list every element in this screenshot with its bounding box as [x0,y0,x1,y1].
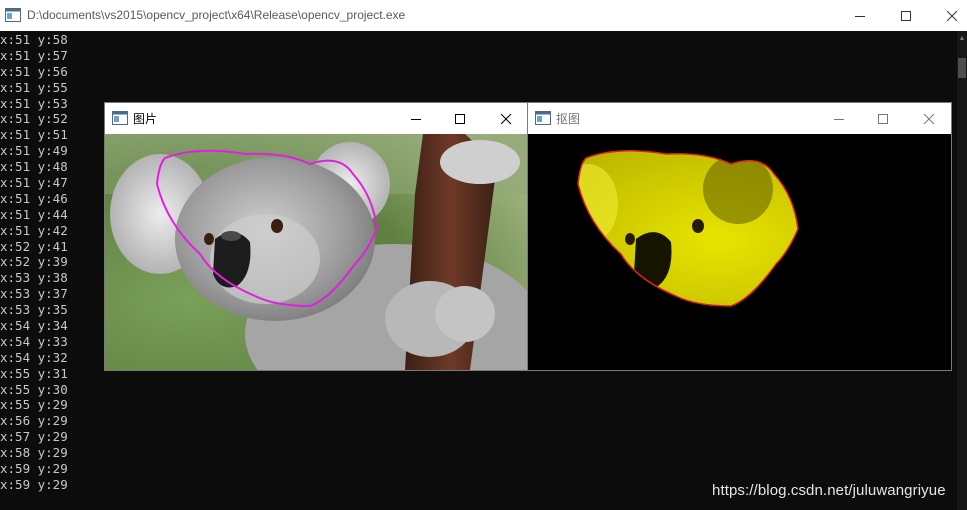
minimize-icon [855,15,865,17]
console-line: x:53 y:35 [0,302,68,318]
console-line: x:51 y:58 [0,32,68,47]
image-window-minimize-button[interactable] [393,103,439,134]
console-line: x:51 y:47 [0,175,68,191]
cutout-window-minimize-button[interactable] [816,103,862,134]
maximize-button[interactable] [883,0,929,31]
console-line: x:51 y:44 [0,206,68,222]
close-icon [923,113,935,124]
minimize-icon [411,118,421,120]
console-line: x:51 y:51 [0,127,68,143]
maximize-icon [901,10,911,21]
koala-image[interactable] [105,134,528,370]
console-line: x:55 y:30 [0,381,68,397]
console-line: x:59 y:29 [0,461,68,477]
console-line: x:58 y:29 [0,445,68,461]
console-line: x:55 y:31 [0,365,68,381]
cutout-window[interactable]: 抠图 [527,102,952,371]
scroll-thumb[interactable] [958,58,966,78]
console-line: x:54 y:33 [0,333,68,349]
console-lines: x:51 y:58 x:51 y:57 x:51 y:56 x:51 y:55 x:51… [0,32,68,493]
console-line: x:56 y:29 [0,413,68,429]
console-line: x:51 y:57 [0,47,68,63]
console-line: x:54 y:32 [0,349,68,365]
console-titlebar[interactable]: D:\documents\vs2015\opencv_project\x64\R… [0,0,967,31]
cutout-window-titlebar[interactable]: 抠图 [528,103,951,134]
console-line: x:55 y:29 [0,397,68,413]
console-line: x:52 y:41 [0,238,68,254]
console-line: x:51 y:52 [0,111,68,127]
console-line: x:53 y:37 [0,286,68,302]
console-line: x:51 y:53 [0,95,68,111]
cutout-window-maximize-button[interactable] [860,103,906,134]
close-icon [500,113,512,124]
window-app-icon [112,111,128,130]
console-app-icon [5,8,21,27]
watermark: https://blog.csdn.net/juluwangriyue [712,482,946,499]
console-line: x:51 y:42 [0,222,68,238]
cutout-window-title: 抠图 [556,112,581,126]
console-line: x:57 y:29 [0,429,68,445]
console-line: x:53 y:38 [0,270,68,286]
console-line: x:54 y:34 [0,318,68,334]
image-window-title: 图片 [133,112,158,126]
image-window-maximize-button[interactable] [437,103,483,134]
close-button[interactable] [929,0,967,31]
window-app-icon [535,111,551,130]
image-window-titlebar[interactable]: 图片 [105,103,528,134]
cutout-image[interactable] [528,134,951,370]
console-scrollbar[interactable]: ▲ [957,31,967,510]
image-window-close-button[interactable] [483,103,529,134]
console-title: D:\documents\vs2015\opencv_project\x64\R… [27,8,406,22]
minimize-icon [834,118,844,120]
image-window[interactable]: 图片 [104,102,529,371]
console-line: x:51 y:56 [0,63,68,79]
console-line: x:51 y:49 [0,143,68,159]
cutout-window-close-button[interactable] [906,103,952,134]
minimize-button[interactable] [837,0,883,31]
console-line: x:51 y:48 [0,159,68,175]
maximize-icon [455,113,465,124]
close-icon [946,10,958,21]
console-line: x:52 y:39 [0,254,68,270]
console-line: x:51 y:55 [0,79,68,95]
console-line: x:51 y:46 [0,190,68,206]
scroll-up-icon[interactable]: ▲ [958,34,966,44]
maximize-icon [878,113,888,124]
console-line: x:59 y:29 [0,476,68,492]
